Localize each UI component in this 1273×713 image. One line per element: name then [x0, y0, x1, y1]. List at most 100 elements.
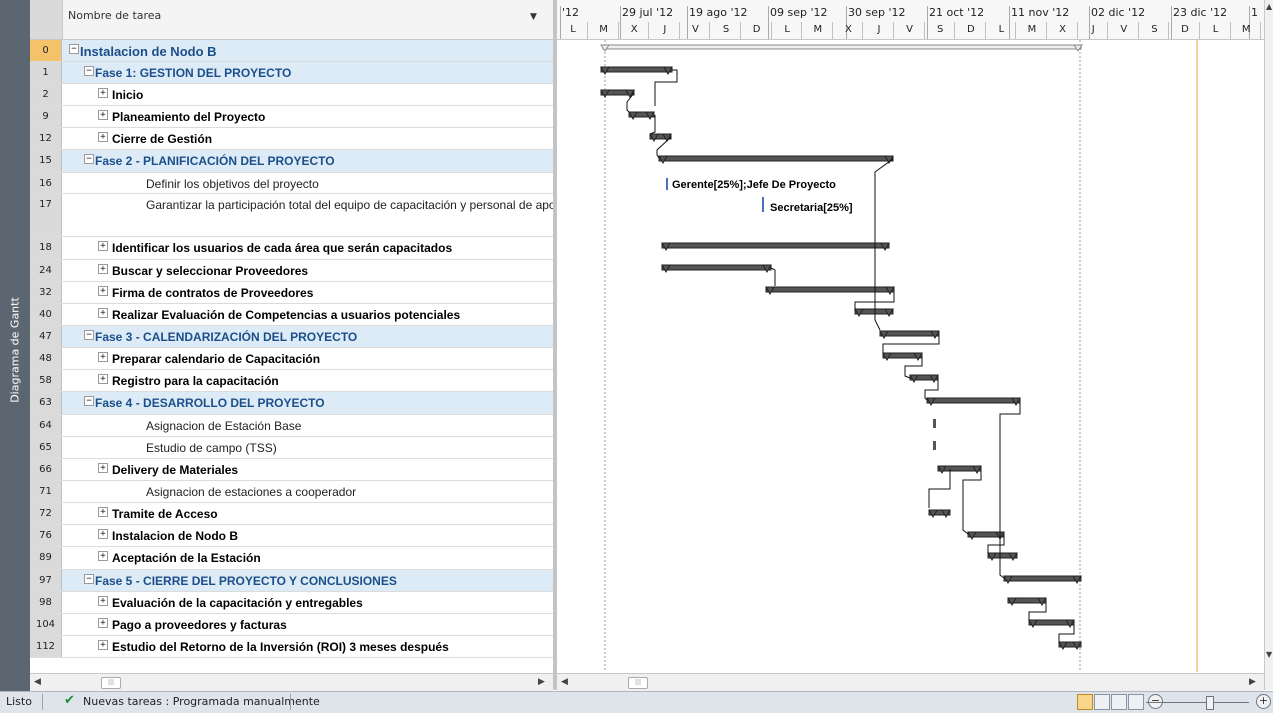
task-row[interactable]: 97− Fase 5 - CIERRE DEL PROYECTO Y CONCLU…	[30, 570, 553, 592]
collapse-icon[interactable]: −	[84, 330, 94, 340]
task-row[interactable]: 65 Estudio de campo (TSS)	[30, 437, 553, 459]
zoom-in-icon[interactable]: +	[1256, 694, 1271, 709]
summary-bar[interactable]	[879, 330, 940, 337]
project-summary-bar[interactable]	[602, 44, 1082, 50]
scroll-left-icon[interactable]: ◀	[34, 677, 41, 687]
gantt-view-icon[interactable]	[1077, 694, 1093, 710]
task-row[interactable]: 63− Fase 4 - DESARROLLO DEL PROYECTO	[30, 392, 553, 415]
row-id[interactable]: 12	[30, 128, 62, 149]
row-id[interactable]: 9	[30, 106, 62, 127]
new-tasks-mode[interactable]: Nuevas tareas : Programada manualmente	[83, 695, 320, 708]
task-row[interactable]: 104 + Pago a proveedores y facturas	[30, 614, 553, 636]
row-id[interactable]: 40	[30, 304, 62, 325]
task-name-cell[interactable]: + Cierre de Gestión	[63, 128, 553, 149]
scroll-down-icon[interactable]: ▼	[1266, 650, 1272, 659]
row-id[interactable]: 112	[30, 636, 62, 657]
expand-icon[interactable]: +	[98, 352, 108, 362]
task-row[interactable]: 40 + Realizar Evaluación de Competencias a…	[30, 304, 553, 326]
expand-icon[interactable]: +	[98, 241, 108, 251]
row-id[interactable]: 2	[30, 84, 62, 105]
select-all-cell[interactable]	[30, 0, 63, 39]
row-id[interactable]: 17	[30, 194, 62, 236]
expand-icon[interactable]: +	[98, 507, 108, 517]
collapse-icon[interactable]: −	[69, 44, 79, 54]
task-row[interactable]: 2 + Inicio	[30, 84, 553, 106]
row-id[interactable]: 66	[30, 459, 62, 480]
row-id[interactable]: 32	[30, 282, 62, 303]
collapse-icon[interactable]: −	[84, 66, 94, 76]
task-bar[interactable]	[933, 441, 936, 450]
task-name-cell[interactable]: + Inicio	[63, 84, 553, 105]
task-name-cell[interactable]: + Preparar calendario de Capacitación	[63, 348, 553, 369]
task-name-cell[interactable]: Garantizar la participación total del eq…	[63, 194, 553, 236]
expand-icon[interactable]: +	[98, 596, 108, 606]
expand-icon[interactable]: +	[98, 551, 108, 561]
task-row[interactable]: 48 + Preparar calendario de Capacitación	[30, 348, 553, 370]
task-name-cell[interactable]: + Delivery de Materiales	[63, 459, 553, 480]
task-name-column-header[interactable]: Nombre de tarea	[68, 9, 161, 22]
scroll-thumb[interactable]: |||	[628, 677, 648, 689]
row-id[interactable]: 63	[30, 392, 62, 414]
expand-icon[interactable]: +	[98, 529, 108, 539]
task-row[interactable]: 47− Fase 3 - CALENDARIZACIÓN DEL PROYECTO	[30, 326, 553, 348]
vertical-scrollbar[interactable]: ▲ ▼	[1264, 0, 1273, 690]
task-name-cell[interactable]: Asignacion de Estación Base	[63, 415, 553, 436]
row-id[interactable]: 1	[30, 62, 62, 83]
row-id[interactable]: 104	[30, 614, 62, 635]
task-name-cell[interactable]: + Realizar Evaluación de Competencias a u…	[63, 304, 553, 325]
task-name-cell[interactable]: − Fase 4 - DESARROLLO DEL PROYECTO	[63, 392, 553, 414]
expand-icon[interactable]: +	[98, 308, 108, 318]
collapse-icon[interactable]: −	[84, 574, 94, 584]
row-id[interactable]: 24	[30, 260, 62, 281]
task-row[interactable]: 89 + Aceptación de la Estación	[30, 547, 553, 570]
row-id[interactable]: 76	[30, 525, 62, 546]
column-filter-icon[interactable]: ▼	[530, 12, 537, 22]
task-name-cell[interactable]: + Evaluación de la capacitación y entrega…	[63, 592, 553, 613]
expand-icon[interactable]: +	[98, 132, 108, 142]
expand-icon[interactable]: +	[98, 88, 108, 98]
row-id[interactable]: 97	[30, 570, 62, 591]
task-row[interactable]: 17 Garantizar la participación total del …	[30, 194, 553, 237]
task-name-cell[interactable]: + Pago a proveedores y facturas	[63, 614, 553, 635]
task-name-cell[interactable]: − Fase 5 - CIERRE DEL PROYECTO Y CONCLUSI…	[63, 570, 553, 591]
row-id[interactable]: 72	[30, 503, 62, 524]
task-name-cell[interactable]: + Instalacion de Nodo B	[63, 525, 553, 546]
expand-icon[interactable]: +	[98, 463, 108, 473]
row-id[interactable]: 48	[30, 348, 62, 369]
zoom-slider[interactable]	[1146, 702, 1249, 703]
resource-sheet-icon[interactable]	[1128, 694, 1144, 710]
task-row[interactable]: 24 + Buscar y seleccionar Proveedores	[30, 260, 553, 282]
task-row[interactable]: 58 + Registro para la capacitación	[30, 370, 553, 392]
row-id[interactable]: 89	[30, 547, 62, 569]
row-id[interactable]: 47	[30, 326, 62, 347]
summary-bar[interactable]	[926, 397, 1021, 404]
task-name-cell[interactable]: + Tramite de Acceso	[63, 503, 553, 524]
expand-icon[interactable]: +	[98, 618, 108, 628]
scroll-right-icon[interactable]: ▶	[1249, 677, 1256, 687]
row-id[interactable]: 64	[30, 415, 62, 436]
task-row[interactable]: 15− Fase 2 - PLANIFICACIÓN DEL PROYECTO	[30, 150, 553, 173]
summary-bar[interactable]	[658, 155, 894, 162]
summary-bar[interactable]	[661, 242, 890, 249]
row-id[interactable]: 71	[30, 481, 62, 502]
summary-bar[interactable]	[600, 66, 673, 73]
task-row[interactable]: 66 + Delivery de Materiales	[30, 459, 553, 481]
scroll-up-icon[interactable]: ▲	[1266, 2, 1272, 11]
task-name-cell[interactable]: + Firma de contratos de Proveedores	[63, 282, 553, 303]
table-horizontal-scrollbar[interactable]: ◀ ||| ▶	[30, 673, 553, 691]
summary-bar[interactable]	[661, 264, 772, 271]
team-planner-icon[interactable]	[1111, 694, 1127, 710]
task-name-cell[interactable]: − Fase 3 - CALENDARIZACIÓN DEL PROYECTO	[63, 326, 553, 347]
row-id[interactable]: 18	[30, 237, 62, 259]
task-row[interactable]: 72 + Tramite de Acceso	[30, 503, 553, 525]
expand-icon[interactable]: +	[98, 264, 108, 274]
zoom-slider-thumb[interactable]	[1206, 696, 1214, 710]
task-name-cell[interactable]: Asignacion de estaciones a cooperador	[63, 481, 553, 502]
task-row[interactable]: 1− Fase 1: GESTION DEL PROYECTO	[30, 62, 553, 84]
task-name-cell[interactable]: − Instalacion de Nodo B	[63, 40, 553, 61]
collapse-icon[interactable]: −	[84, 396, 94, 406]
view-bar[interactable]: Diagrama de Gantt	[0, 0, 30, 691]
gantt-horizontal-scrollbar[interactable]: ◀ ||| ▶	[557, 673, 1264, 691]
row-id[interactable]: 15	[30, 150, 62, 172]
row-id[interactable]: 0	[30, 40, 62, 61]
